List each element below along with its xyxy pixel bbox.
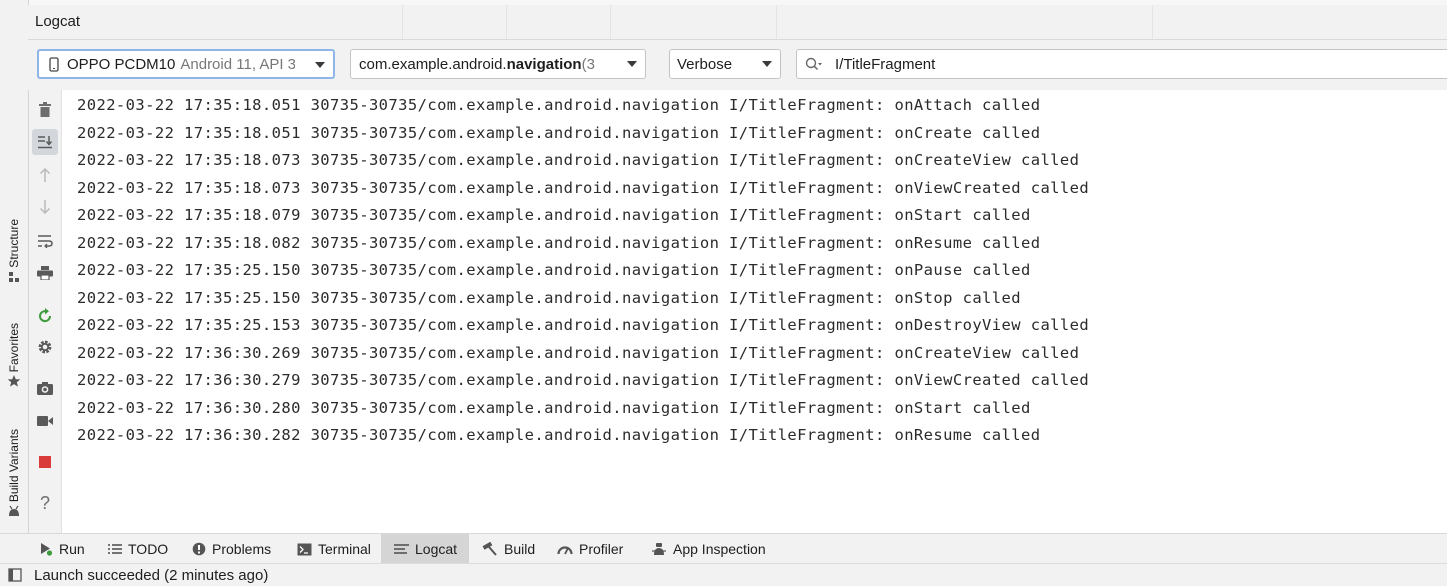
stop-icon[interactable]	[32, 449, 58, 475]
build-icon	[482, 542, 498, 556]
chevron-down-icon	[762, 61, 772, 67]
tab-run[interactable]: Run	[33, 534, 91, 564]
bottom-tool-bar: Run TODO Problems Terminal Logcat Build …	[0, 533, 1447, 564]
log-line: 2022-03-22 17:35:25.150 30735-30735/com.…	[77, 261, 1031, 279]
tab-label: App Inspection	[673, 541, 766, 557]
process-suffix: (3	[581, 55, 595, 73]
log-line: 2022-03-22 17:35:25.153 30735-30735/com.…	[77, 316, 1090, 334]
status-message: Launch succeeded (2 minutes ago)	[34, 567, 269, 584]
star-icon	[7, 374, 21, 388]
build-variants-tool-button[interactable]: Build Variants	[0, 410, 28, 518]
build-variants-label: Build Variants	[7, 428, 21, 502]
header-separator	[1152, 5, 1153, 39]
status-bar: Launch succeeded (2 minutes ago)	[0, 563, 1447, 586]
app-inspection-icon	[651, 542, 667, 557]
log-line: 2022-03-22 17:36:30.282 30735-30735/com.…	[77, 426, 1041, 444]
screen-record-icon[interactable]	[32, 408, 58, 434]
log-level-value: Verbose	[677, 55, 733, 73]
header-separator	[402, 5, 403, 39]
header-separator	[506, 5, 507, 39]
help-icon[interactable]: ?	[32, 490, 58, 516]
structure-icon	[7, 270, 21, 284]
scroll-to-end-icon[interactable]	[32, 129, 58, 155]
tab-label: Run	[59, 541, 85, 557]
logcat-icon	[394, 543, 409, 555]
tab-label: Profiler	[579, 541, 624, 557]
log-line: 2022-03-22 17:36:30.280 30735-30735/com.…	[77, 398, 1031, 417]
todo-icon	[108, 543, 122, 555]
trash-icon[interactable]	[32, 97, 58, 123]
log-line: 2022-03-22 17:35:18.082 30735-30735/com.…	[77, 233, 1041, 252]
up-arrow-icon[interactable]	[32, 162, 58, 188]
log-line: 2022-03-22 17:36:30.279 30735-30735/com.…	[77, 371, 1090, 389]
process-name: navigation	[506, 55, 582, 73]
profiler-icon	[557, 543, 573, 555]
tab-terminal[interactable]: Terminal	[291, 534, 377, 564]
settings-icon[interactable]	[32, 334, 58, 360]
problems-icon	[192, 542, 206, 556]
tab-logcat[interactable]: Logcat	[381, 534, 469, 564]
chevron-down-icon	[315, 62, 325, 68]
log-line: 2022-03-22 17:35:18.073 30735-30735/com.…	[77, 151, 1080, 169]
tab-label: Logcat	[415, 541, 458, 557]
tab-profiler[interactable]: Profiler	[551, 534, 629, 564]
tab-app-inspection[interactable]: App Inspection	[645, 534, 772, 564]
log-level-selector[interactable]: Verbose	[669, 49, 781, 79]
search-icon	[805, 57, 823, 71]
screenshot-icon[interactable]	[32, 375, 58, 401]
log-line: 2022-03-22 17:35:18.051 30735-30735/com.…	[77, 96, 1041, 114]
status-toggle-icon[interactable]	[8, 568, 22, 586]
structure-label: Structure	[7, 219, 21, 268]
favorites-label: Favorites	[7, 322, 21, 372]
header-separator	[776, 5, 777, 39]
search-value: I/TitleFragment	[835, 55, 936, 73]
left-tool-stripe: Structure Favorites Build Variants	[0, 0, 29, 536]
run-icon	[39, 542, 53, 556]
header-separator	[610, 5, 611, 39]
log-line: 2022-03-22 17:36:30.269 30735-30735/com.…	[77, 343, 1080, 362]
device-selector[interactable]: OPPO PCDM10 Android 11, API 3	[37, 49, 335, 79]
tab-label: TODO	[128, 541, 169, 557]
logcat-toolbar: OPPO PCDM10 Android 11, API 3 com.exampl…	[28, 40, 1447, 90]
android-icon	[7, 504, 21, 518]
terminal-icon	[297, 543, 312, 556]
tab-label: Terminal	[318, 541, 371, 557]
process-selector[interactable]: com.example.android. navigation (3	[350, 49, 646, 79]
device-name: OPPO PCDM10	[67, 55, 176, 73]
favorites-tool-button[interactable]: Favorites	[0, 306, 28, 388]
tab-label: Build	[504, 541, 536, 557]
tab-label: Problems	[212, 541, 272, 557]
print-icon[interactable]	[32, 260, 58, 286]
down-arrow-icon[interactable]	[32, 194, 58, 220]
logcat-actions-toolbar: ?	[29, 90, 62, 533]
log-line: 2022-03-22 17:35:18.079 30735-30735/com.…	[77, 206, 1031, 224]
search-input[interactable]: I/TitleFragment	[796, 49, 1447, 79]
tab-problems[interactable]: Problems	[186, 534, 277, 564]
logcat-header: Logcat	[28, 5, 1447, 40]
log-line: 2022-03-22 17:35:18.073 30735-30735/com.…	[77, 178, 1090, 197]
restart-icon[interactable]	[32, 303, 58, 329]
log-line: 2022-03-22 17:35:25.150 30735-30735/com.…	[77, 288, 1021, 307]
phone-icon	[49, 56, 59, 72]
panel-title: Logcat	[35, 13, 81, 30]
chevron-down-icon	[627, 61, 637, 67]
soft-wrap-icon[interactable]	[32, 228, 58, 254]
structure-tool-button[interactable]: Structure	[0, 200, 28, 284]
device-detail: Android 11, API 3	[180, 55, 297, 73]
log-line: 2022-03-22 17:35:18.051 30735-30735/com.…	[77, 123, 1041, 142]
process-prefix: com.example.android.	[359, 55, 507, 73]
tab-todo[interactable]: TODO	[102, 534, 174, 564]
tab-build[interactable]: Build	[476, 534, 541, 564]
log-output[interactable]: 2022-03-22 17:35:18.051 30735-30735/com.…	[62, 90, 1447, 533]
